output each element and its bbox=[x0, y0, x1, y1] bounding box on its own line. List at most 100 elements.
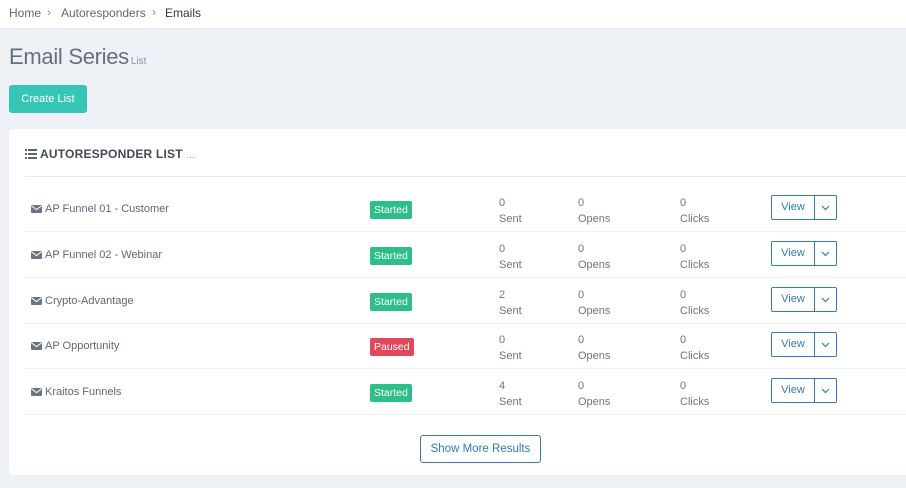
clicks-count: 0 bbox=[680, 289, 687, 301]
opens-count: 0 bbox=[578, 197, 585, 209]
chevron-down-icon bbox=[821, 205, 830, 211]
status-badge: Started bbox=[370, 293, 412, 311]
list-item: AP Funnel 02 - Webinar Started 0 Sent 0 … bbox=[25, 231, 906, 278]
clicks-stat: 0 Clicks bbox=[680, 378, 709, 410]
opens-count: 0 bbox=[578, 243, 585, 255]
view-button[interactable]: View bbox=[771, 378, 815, 403]
clicks-stat: 0 Clicks bbox=[680, 241, 709, 273]
divider bbox=[25, 176, 906, 177]
sent-label: Sent bbox=[499, 396, 522, 408]
clicks-count: 0 bbox=[680, 197, 687, 209]
sent-stat: 0 Sent bbox=[499, 241, 522, 273]
status-badge: Paused bbox=[370, 338, 414, 356]
opens-label: Opens bbox=[578, 259, 611, 271]
view-dropdown-toggle[interactable] bbox=[815, 378, 837, 403]
breadcrumb: Home › Autoresponders › Emails bbox=[0, 0, 906, 29]
list-item-name-text: AP Funnel 02 - Webinar bbox=[45, 249, 162, 261]
chevron-down-icon bbox=[821, 342, 830, 348]
view-dropdown-toggle[interactable] bbox=[815, 195, 837, 220]
clicks-stat: 0 Clicks bbox=[680, 195, 709, 227]
page-subtitle: List bbox=[130, 56, 147, 67]
view-dropdown-toggle[interactable] bbox=[815, 241, 837, 266]
envelope-icon bbox=[31, 204, 42, 216]
envelope-icon bbox=[31, 341, 42, 353]
sent-label: Sent bbox=[499, 259, 522, 271]
list-item-name-text: AP Opportunity bbox=[45, 340, 120, 352]
envelope-icon bbox=[31, 250, 42, 262]
list-item: Kraitos Funnels Started 4 Sent 0 Opens 0… bbox=[25, 368, 906, 415]
panel-header: AUTORESPONDER LIST ... bbox=[25, 147, 195, 163]
clicks-stat: 0 Clicks bbox=[680, 287, 709, 319]
clicks-count: 0 bbox=[680, 243, 687, 255]
sent-stat: 4 Sent bbox=[499, 378, 522, 410]
chevron-down-icon bbox=[821, 297, 830, 303]
opens-count: 0 bbox=[578, 334, 585, 346]
sent-stat: 0 Sent bbox=[499, 195, 522, 227]
clicks-stat: 0 Clicks bbox=[680, 332, 709, 364]
clicks-label: Clicks bbox=[680, 350, 710, 362]
chevron-right-icon: › bbox=[152, 5, 156, 19]
opens-label: Opens bbox=[578, 305, 611, 317]
opens-stat: 0 Opens bbox=[578, 195, 610, 227]
opens-stat: 0 Opens bbox=[578, 332, 610, 364]
page-title: Email Series List bbox=[9, 44, 146, 70]
chevron-down-icon bbox=[821, 388, 830, 394]
view-button[interactable]: View bbox=[771, 195, 815, 220]
list-item-name[interactable]: AP Opportunity bbox=[31, 340, 119, 353]
opens-stat: 0 Opens bbox=[578, 241, 610, 273]
status-badge: Started bbox=[370, 247, 412, 265]
envelope-icon bbox=[31, 296, 42, 308]
opens-label: Opens bbox=[578, 350, 611, 362]
show-more-results-button[interactable]: Show More Results bbox=[420, 435, 541, 463]
opens-stat: 0 Opens bbox=[578, 378, 610, 410]
sent-count: 0 bbox=[499, 334, 506, 346]
chevron-right-icon: › bbox=[47, 5, 51, 19]
view-button[interactable]: View bbox=[771, 287, 815, 312]
list-item: Crypto-Advantage Started 2 Sent 0 Opens … bbox=[25, 277, 906, 324]
autoresponder-panel: AUTORESPONDER LIST ... AP Funnel 01 - Cu… bbox=[9, 129, 906, 475]
clicks-label: Clicks bbox=[680, 305, 710, 317]
opens-count: 0 bbox=[578, 380, 585, 392]
list-item-name-text: AP Funnel 01 - Customer bbox=[45, 203, 169, 215]
status-badge: Started bbox=[370, 384, 412, 402]
list-item-name[interactable]: Kraitos Funnels bbox=[31, 386, 121, 399]
opens-count: 0 bbox=[578, 289, 585, 301]
breadcrumb-home-link[interactable]: Home bbox=[9, 6, 41, 20]
opens-stat: 0 Opens bbox=[578, 287, 610, 319]
sent-stat: 2 Sent bbox=[499, 287, 522, 319]
sent-count: 2 bbox=[499, 289, 506, 301]
list-item: AP Funnel 01 - Customer Started 0 Sent 0… bbox=[25, 185, 906, 232]
sent-label: Sent bbox=[499, 305, 522, 317]
chevron-down-icon bbox=[821, 251, 830, 257]
sent-count: 0 bbox=[499, 243, 506, 255]
view-dropdown-toggle[interactable] bbox=[815, 287, 837, 312]
clicks-label: Clicks bbox=[680, 213, 710, 225]
list-icon bbox=[25, 148, 37, 162]
list-item-name[interactable]: AP Funnel 01 - Customer bbox=[31, 203, 169, 216]
breadcrumb-current: Emails bbox=[165, 6, 202, 20]
panel-title: AUTORESPONDER LIST bbox=[40, 147, 183, 161]
clicks-label: Clicks bbox=[680, 259, 710, 271]
sent-label: Sent bbox=[499, 213, 522, 225]
clicks-count: 0 bbox=[680, 380, 687, 392]
status-badge: Started bbox=[370, 201, 412, 219]
list-item-name-text: Crypto-Advantage bbox=[45, 295, 134, 307]
list-item-name[interactable]: Crypto-Advantage bbox=[31, 295, 134, 308]
view-button[interactable]: View bbox=[771, 332, 815, 357]
list-item-name-text: Kraitos Funnels bbox=[45, 386, 122, 398]
sent-label: Sent bbox=[499, 350, 522, 362]
create-list-button[interactable]: Create List bbox=[9, 85, 87, 113]
clicks-label: Clicks bbox=[680, 396, 710, 408]
envelope-icon bbox=[31, 387, 42, 399]
sent-count: 0 bbox=[499, 197, 506, 209]
list-item: AP Opportunity Paused 0 Sent 0 Opens 0 C… bbox=[25, 322, 906, 369]
view-dropdown-toggle[interactable] bbox=[815, 332, 837, 357]
clicks-count: 0 bbox=[680, 334, 687, 346]
page-title-text: Email Series bbox=[9, 44, 129, 69]
opens-label: Opens bbox=[578, 396, 611, 408]
view-button[interactable]: View bbox=[771, 241, 815, 266]
sent-count: 4 bbox=[499, 380, 506, 392]
breadcrumb-autoresponders-link[interactable]: Autoresponders bbox=[61, 6, 146, 20]
panel-title-ellipsis: ... bbox=[186, 150, 196, 161]
list-item-name[interactable]: AP Funnel 02 - Webinar bbox=[31, 249, 162, 262]
